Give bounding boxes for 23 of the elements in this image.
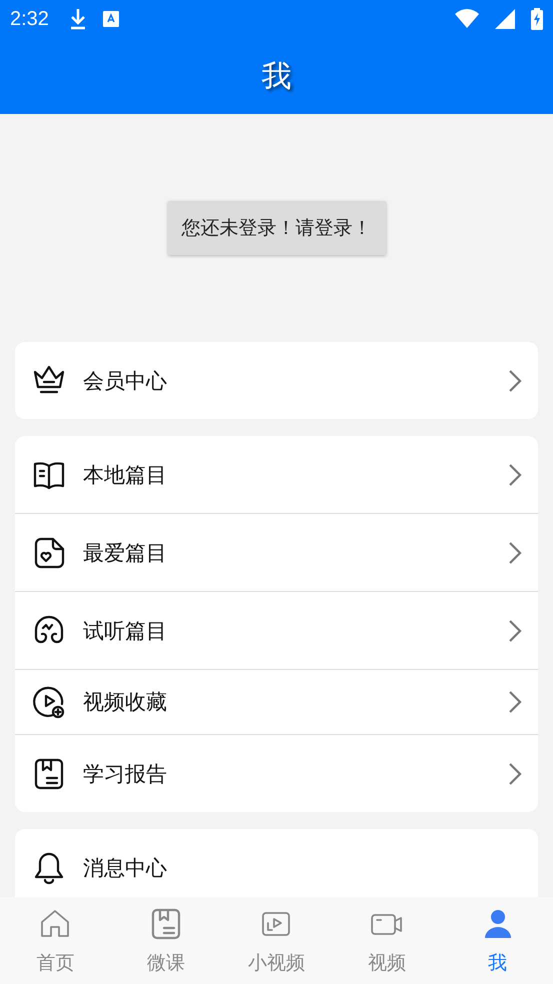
tab-bar-item[interactable]: 我	[442, 897, 553, 984]
menu-item-label[interactable]: 试听篇目	[83, 616, 492, 644]
menu-item-label[interactable]: 消息中心	[83, 854, 522, 882]
chevron-right-icon	[508, 462, 522, 486]
signal-icon	[495, 9, 515, 29]
battery-icon	[531, 8, 543, 30]
video-add-icon	[31, 684, 67, 720]
chevron-right-icon	[508, 690, 522, 714]
status-time: 2:32	[10, 8, 49, 30]
chevron-right-icon	[508, 762, 522, 786]
chevron-right-icon	[508, 618, 522, 642]
wifi-icon	[455, 9, 479, 29]
menu-item-label[interactable]: 最爱篇目	[83, 538, 492, 566]
chevron-right-icon	[508, 368, 522, 392]
menu-item-label[interactable]: 学习报告	[83, 760, 492, 788]
login-prompt-toast: 您还未登录！请登录！	[168, 201, 386, 255]
chevron-right-icon	[508, 540, 522, 564]
menu-item-label[interactable]: 会员中心	[83, 366, 492, 394]
menu-item-label[interactable]: 视频收藏	[83, 688, 492, 716]
menu-item-label[interactable]: 本地篇目	[83, 460, 492, 488]
keyboard-icon	[102, 11, 119, 27]
download-icon	[68, 8, 87, 30]
page-title: 我	[262, 58, 292, 96]
